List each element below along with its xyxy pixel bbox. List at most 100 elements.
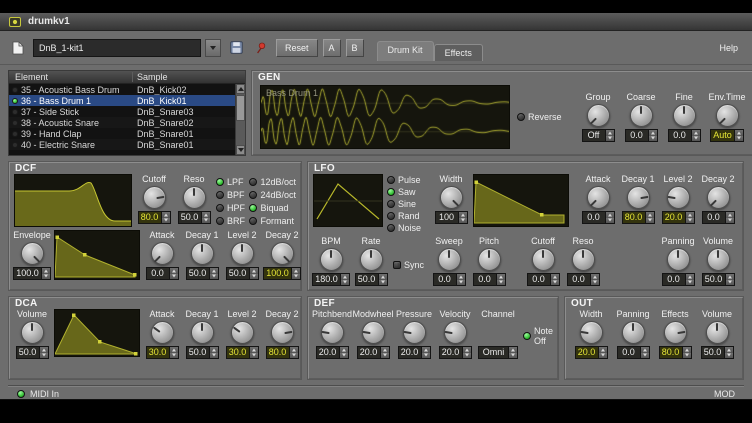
spin-down-icon[interactable] [379,280,387,286]
scroll-down-icon[interactable] [236,145,245,155]
spin-arrows[interactable] [161,212,170,223]
spin-arrows[interactable] [169,268,178,279]
lfo-rand-radio[interactable]: Rand [387,210,429,221]
dca-volume-knob[interactable] [21,321,44,344]
dcf-cutoff-spinbox[interactable]: 80.0 [138,211,171,224]
lfo-rate-knob[interactable] [360,248,383,271]
sync-checkbox[interactable]: Sync [393,259,427,270]
lfo-saw-radio[interactable]: Saw [387,186,429,197]
lfo-pitch-knob[interactable] [478,248,501,271]
def-pitchbend-spinbox[interactable]: 20.0 [316,346,349,359]
spin-down-icon[interactable] [42,274,50,280]
dcf-decay2-knob[interactable] [271,242,294,265]
preset-dropdown-icon[interactable] [205,39,221,57]
dcf-formant-radio[interactable]: Formant [249,215,296,226]
lfo-pitch-spinbox[interactable]: 0.0 [473,273,506,286]
spin-arrows[interactable] [462,347,471,358]
dcf-decay1-knob[interactable] [191,242,214,265]
lfo-panning-knob[interactable] [667,248,690,271]
spin-down-icon[interactable] [591,280,599,286]
lfo-volume-knob[interactable] [707,248,730,271]
spin-down-icon[interactable] [340,353,348,359]
gen-fine-knob[interactable] [673,104,696,127]
lfo-pulse-radio[interactable]: Pulse [387,174,429,185]
lfo-wave-display[interactable] [313,174,383,227]
spin-down-icon[interactable] [422,353,430,359]
def-pressure-knob[interactable] [403,321,426,344]
spin-down-icon[interactable] [683,353,691,359]
spin-arrows[interactable] [39,347,48,358]
def-velocity-knob[interactable] [444,321,467,344]
out-width-knob[interactable] [580,321,603,344]
spin-down-icon[interactable] [250,274,258,280]
dca-level2-knob[interactable] [231,321,254,344]
dcf-hpf-radio[interactable]: HPF [216,202,245,213]
lfo-cutoff-knob[interactable] [532,248,555,271]
spin-down-icon[interactable] [292,274,300,280]
spin-arrows[interactable] [685,212,694,223]
spin-arrows[interactable] [209,268,218,279]
spin-arrows[interactable] [41,268,50,279]
out-panning-spinbox[interactable]: 0.0 [617,346,650,359]
spin-arrows[interactable] [605,130,614,141]
spin-arrows[interactable] [496,274,505,285]
spin-arrows[interactable] [682,347,691,358]
out-width-spinbox[interactable]: 20.0 [575,346,608,359]
reset-button[interactable]: Reset [276,39,318,57]
spin-arrows[interactable] [598,347,607,358]
def-modwheel-knob[interactable] [362,321,385,344]
spin-down-icon[interactable] [162,218,170,224]
spin-down-icon[interactable] [170,274,178,280]
dcf-decay2-spinbox[interactable]: 100.0 [263,267,301,280]
spin-arrows[interactable] [691,130,700,141]
dcf-bpf-radio[interactable]: BPF [216,189,245,200]
spin-arrows[interactable] [724,347,733,358]
spin-down-icon[interactable] [459,218,467,224]
gen-coarse-spinbox[interactable]: 0.0 [625,129,658,142]
lfo-decay1-spinbox[interactable]: 80.0 [622,211,655,224]
dca-decay2-spinbox[interactable]: 80.0 [266,346,299,359]
dcf-reso-knob[interactable] [183,186,206,209]
lfo-attack-knob[interactable] [587,186,610,209]
spin-arrows[interactable] [340,274,349,285]
element-list[interactable]: Element Sample 35 - Acoustic Bass DrumDn… [8,70,246,156]
dcf-envelope-spinbox[interactable]: 100.0 [13,267,51,280]
spin-arrows[interactable] [725,212,734,223]
spin-arrows[interactable] [590,274,599,285]
def-pressure-spinbox[interactable]: 20.0 [398,346,431,359]
dca-attack-spinbox[interactable]: 30.0 [146,346,179,359]
tab-effects[interactable]: Effects [434,44,483,61]
spin-down-icon[interactable] [40,353,48,359]
channel-combo[interactable]: Omni [478,346,518,359]
gen-fine-spinbox[interactable]: 0.0 [668,129,701,142]
spin-arrows[interactable] [645,212,654,223]
lfo-reso-knob[interactable] [572,248,595,271]
out-effects-spinbox[interactable]: 80.0 [659,346,692,359]
spin-down-icon[interactable] [606,136,614,142]
element-row[interactable]: 40 - Electric SnareDnB_Snare01 [9,139,245,150]
dca-decay1-knob[interactable] [191,321,214,344]
lfo-sweep-spinbox[interactable]: 0.0 [433,273,466,286]
spin-down-icon[interactable] [646,218,654,224]
spin-arrows[interactable] [201,212,210,223]
lfo-bpm-knob[interactable] [320,248,343,271]
spin-down-icon[interactable] [599,353,607,359]
lfo-attack-spinbox[interactable]: 0.0 [582,211,615,224]
spin-arrows[interactable] [421,347,430,358]
lfo-decay2-spinbox[interactable]: 0.0 [702,211,735,224]
spin-down-icon[interactable] [341,280,349,286]
titlebar[interactable]: drumkv1 [0,13,752,31]
compare-a-button[interactable]: A [323,39,341,57]
dcf-12db-oct-radio[interactable]: 12dB/oct [249,176,296,187]
spin-arrows[interactable] [458,212,467,223]
dca-attack-knob[interactable] [151,321,174,344]
spin-arrows[interactable] [249,268,258,279]
spin-arrows[interactable] [209,347,218,358]
gen-group-spinbox[interactable]: Off [582,129,615,142]
compare-b-button[interactable]: B [346,39,364,57]
lfo-level2-knob[interactable] [667,186,690,209]
gen-coarse-knob[interactable] [630,104,653,127]
lfo-width-spinbox[interactable]: 100 [435,211,468,224]
column-element[interactable]: Element [9,72,133,82]
lfo-decay2-knob[interactable] [707,186,730,209]
